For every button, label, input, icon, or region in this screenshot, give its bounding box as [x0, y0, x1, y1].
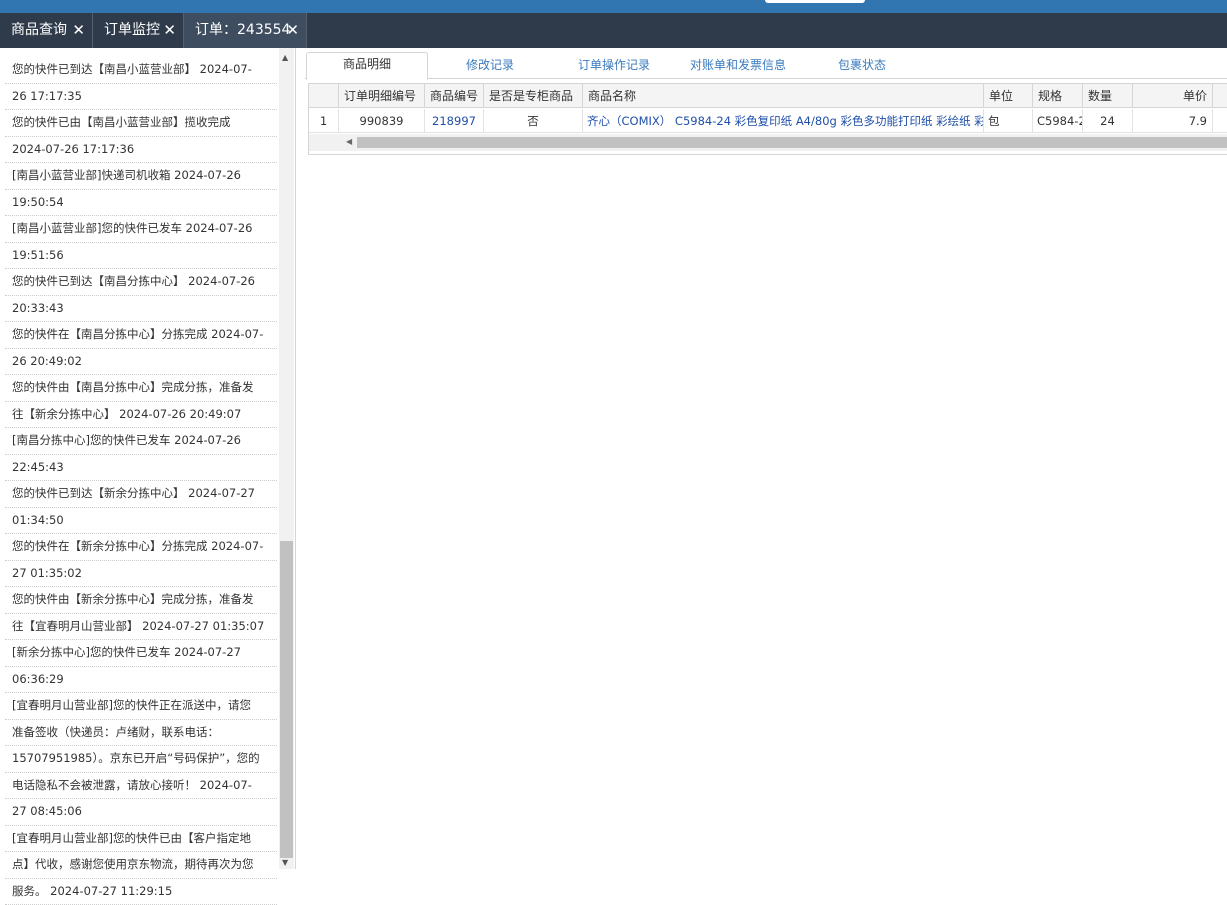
cell-extra [1213, 109, 1227, 133]
close-icon[interactable]: ✕ [163, 13, 176, 48]
log-line: 20:33:43 [5, 296, 277, 323]
column-header-price[interactable]: 单价 [1133, 84, 1213, 108]
detail-panel: 商品明细 修改记录 订单操作记录 对账单和发票信息 包裹状态 订单明细编号 商品… [305, 48, 1227, 869]
log-line: 您的快件已到达【南昌分拣中心】 2024-07-26 [5, 269, 277, 296]
tab-order-monitor[interactable]: 订单监控 ✕ [93, 13, 184, 48]
column-header-spec[interactable]: 规格 [1033, 84, 1083, 108]
cell-spec[interactable]: C5984-24 [1033, 109, 1083, 133]
close-icon[interactable]: ✕ [72, 13, 85, 48]
cell-qty[interactable]: 24 [1083, 109, 1133, 133]
cell-is-counter[interactable]: 否 [484, 109, 583, 133]
column-header-product-id[interactable]: 商品编号 [425, 84, 484, 108]
tab-label: 订单监控 [104, 22, 160, 38]
row-number: 1 [309, 109, 339, 133]
log-line: 26 20:49:02 [5, 349, 277, 376]
scroll-up-icon[interactable]: ▲ [282, 53, 288, 62]
tab-product-query[interactable]: 商品查询 ✕ [0, 13, 93, 48]
log-line: 服务。 2024-07-27 11:29:15 [5, 879, 277, 905]
log-line: 往【宜春明月山营业部】 2024-07-27 01:35:07 [5, 614, 277, 641]
log-line: 2024-07-26 17:17:36 [5, 137, 277, 164]
log-line: 点】代收，感谢您使用京东物流，期待再次为您 [5, 852, 277, 879]
log-line: 您的快件已到达【新余分拣中心】 2024-07-27 [5, 481, 277, 508]
tab-package-status[interactable]: 包裹状态 [838, 56, 886, 73]
scroll-left-icon[interactable]: ◀ [346, 137, 352, 146]
log-line: 您的快件由【新余分拣中心】完成分拣，准备发 [5, 587, 277, 614]
scroll-down-icon[interactable]: ▼ [282, 858, 288, 867]
log-line: 电话隐私不会被泄露，请放心接听！ 2024-07- [5, 773, 277, 800]
log-line: 往【新余分拣中心】 2024-07-26 20:49:07 [5, 402, 277, 429]
tab-bar: 商品查询 ✕ 订单监控 ✕ 订单：243554 ✕ [0, 13, 1227, 48]
cell-product-name-link[interactable]: 齐心（COMIX） C5984-24 彩色复印纸 A4/80g 彩色多功能打印纸… [583, 109, 984, 133]
tracking-log-list: 您的快件已到达【南昌小蓝营业部】 2024-07- 26 17:17:35 您的… [5, 57, 277, 905]
column-header-unit[interactable]: 单位 [984, 84, 1033, 108]
horizontal-scrollbar[interactable]: ◀ [309, 134, 1227, 151]
log-line: 26 17:17:35 [5, 84, 277, 111]
log-line: [新余分拣中心]您的快件已发车 2024-07-27 [5, 640, 277, 667]
tab-product-detail[interactable]: 商品明细 [306, 52, 428, 80]
log-line: 06:36:29 [5, 667, 277, 694]
log-line: 27 08:45:06 [5, 799, 277, 826]
log-line: 您的快件由【南昌分拣中心】完成分拣，准备发 [5, 375, 277, 402]
row-number-header [309, 84, 339, 108]
log-line: 您的快件已到达【南昌小蓝营业部】 2024-07- [5, 57, 277, 84]
column-header-name[interactable]: 商品名称 [583, 84, 984, 108]
tab-label: 商品查询 [11, 22, 67, 38]
log-line: 19:51:56 [5, 243, 277, 270]
column-header-counter[interactable]: 是否是专柜商品 [484, 84, 583, 108]
log-line: [宜春明月山营业部]您的快件正在派送中，请您 [5, 693, 277, 720]
log-line: 15707951985）。京东已开启“号码保护”，您的 [5, 746, 277, 773]
log-line: 19:50:54 [5, 190, 277, 217]
column-header-qty[interactable]: 数量 [1083, 84, 1133, 108]
log-line: 您的快件在【新余分拣中心】分拣完成 2024-07- [5, 534, 277, 561]
detail-tabs: 商品明细 修改记录 订单操作记录 对账单和发票信息 包裹状态 [305, 48, 1227, 79]
log-line: 27 01:35:02 [5, 561, 277, 588]
product-grid: 订单明细编号 商品编号 是否是专柜商品 商品名称 单位 规格 数量 单价 1 9… [308, 83, 1227, 155]
cell-unit[interactable]: 包 [984, 109, 1033, 133]
scrollbar-thumb[interactable] [280, 541, 293, 858]
log-line: [宜春明月山营业部]您的快件已由【客户指定地 [5, 826, 277, 853]
column-header-detail-id[interactable]: 订单明细编号 [339, 84, 425, 108]
log-line: 22:45:43 [5, 455, 277, 482]
log-line: 准备签收（快递员：卢绪财，联系电话： [5, 720, 277, 747]
top-banner [0, 0, 1227, 13]
log-line: 您的快件已由【南昌小蓝营业部】揽收完成 [5, 110, 277, 137]
log-line: [南昌小蓝营业部]快递司机收箱 2024-07-26 [5, 163, 277, 190]
log-line: 01:34:50 [5, 508, 277, 535]
tab-order-detail[interactable]: 订单：243554 ✕ [184, 13, 307, 48]
log-line: [南昌小蓝营业部]您的快件已发车 2024-07-26 [5, 216, 277, 243]
tab-label: 订单：243554 [195, 22, 290, 38]
cell-product-id-link[interactable]: 218997 [425, 109, 484, 133]
log-line: 您的快件在【南昌分拣中心】分拣完成 2024-07- [5, 322, 277, 349]
column-header-extra [1213, 84, 1227, 108]
tracking-panel: 您的快件已到达【南昌小蓝营业部】 2024-07- 26 17:17:35 您的… [0, 48, 296, 869]
scrollbar-thumb[interactable] [357, 137, 1227, 148]
vertical-scrollbar[interactable]: ▲ ▼ [279, 48, 294, 869]
tab-order-operation-log[interactable]: 订单操作记录 [578, 56, 650, 73]
tab-statement-invoice[interactable]: 对账单和发票信息 [690, 56, 786, 73]
cell-price[interactable]: 7.9 [1133, 109, 1213, 133]
log-line: [南昌分拣中心]您的快件已发车 2024-07-26 [5, 428, 277, 455]
close-icon[interactable]: ✕ [286, 13, 299, 48]
tab-modification-log[interactable]: 修改记录 [466, 56, 514, 73]
cell-detail-id[interactable]: 990839 [339, 109, 425, 133]
top-banner-handle [765, 0, 865, 3]
